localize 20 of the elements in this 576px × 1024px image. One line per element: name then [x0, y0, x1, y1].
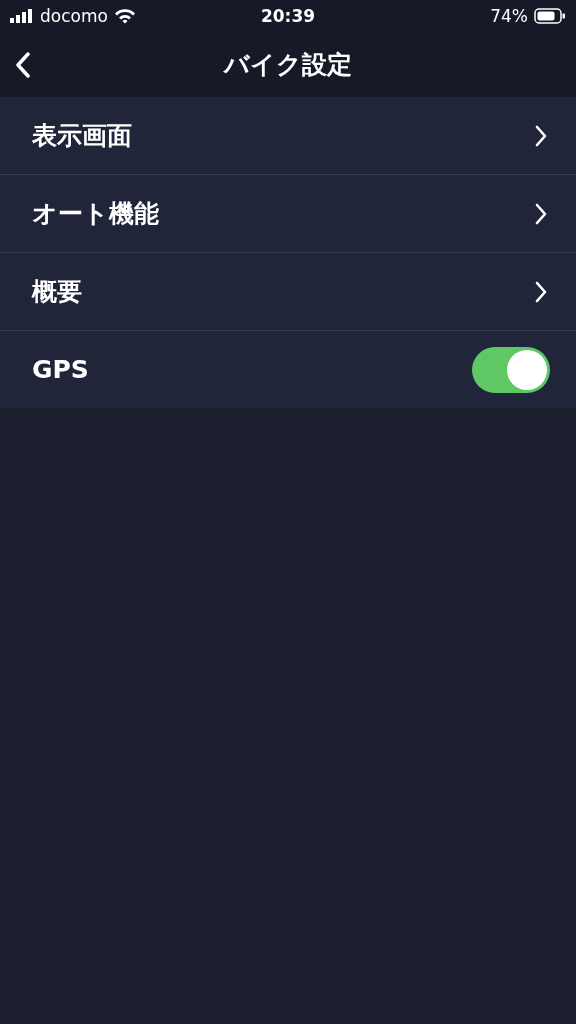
chevron-right-icon: [534, 279, 548, 304]
screen-title: バイク設定: [224, 49, 352, 81]
signal-icon: [10, 9, 34, 23]
row-label: 表示画面: [32, 120, 133, 152]
battery-percent: 74%: [490, 6, 528, 26]
settings-row[interactable]: 表示画面: [0, 97, 576, 175]
wifi-icon: [113, 8, 136, 24]
toggle-switch[interactable]: [472, 346, 550, 393]
carrier-name: docomo: [40, 6, 108, 26]
back-chevron-icon: [14, 52, 32, 78]
chevron-right-icon: [534, 201, 548, 226]
settings-row[interactable]: 概要: [0, 253, 576, 331]
settings-row[interactable]: GPS: [0, 331, 576, 408]
row-label: GPS: [32, 355, 90, 384]
chevron-right-icon: [534, 123, 548, 148]
settings-row[interactable]: オート機能: [0, 175, 576, 253]
clock-time: 20:39: [260, 6, 316, 26]
row-label: オート機能: [32, 198, 160, 230]
battery-icon: [534, 8, 566, 24]
row-label: 概要: [32, 276, 83, 308]
